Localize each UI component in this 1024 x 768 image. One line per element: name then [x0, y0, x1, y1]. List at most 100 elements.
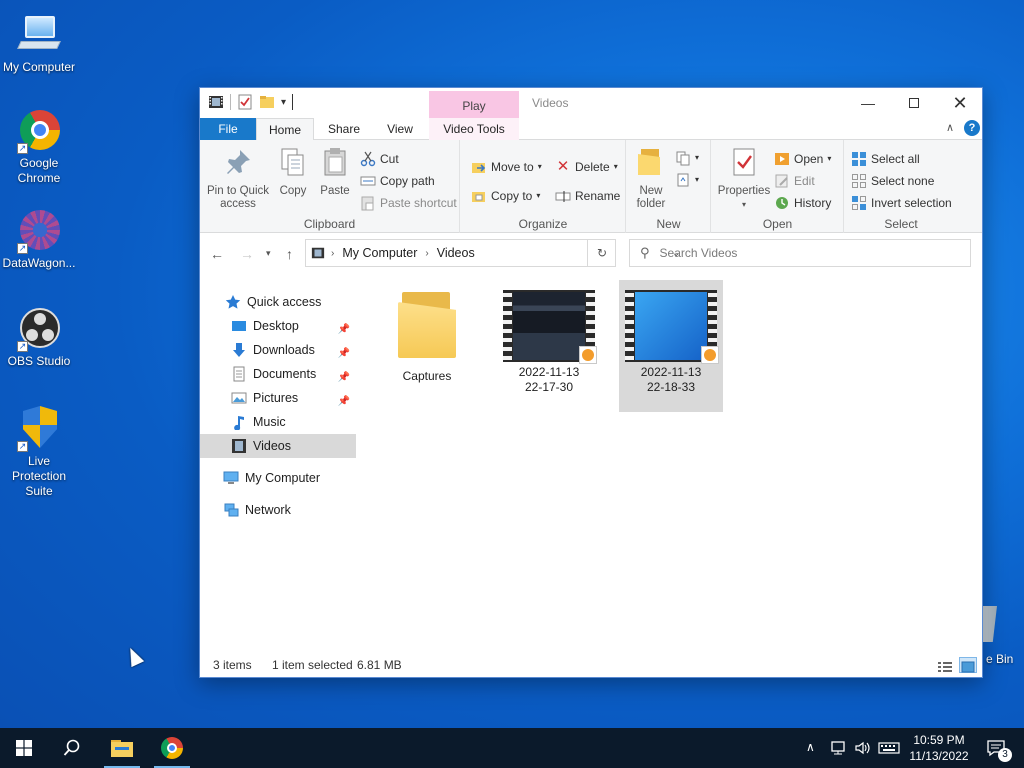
refresh-button[interactable]: ↻	[587, 239, 616, 267]
new-folder-icon[interactable]	[259, 94, 275, 110]
video-folder-icon	[209, 96, 223, 108]
forward-arrow-icon[interactable]: →	[240, 246, 254, 262]
pictures-icon	[231, 392, 247, 404]
tab-home[interactable]: Home	[256, 118, 314, 141]
rename-button[interactable]: Rename	[555, 186, 620, 206]
nav-videos[interactable]: Videos	[200, 434, 356, 458]
pin-to-quick-access-button[interactable]: Pin to Quick access	[204, 146, 272, 211]
search-icon: ⚲	[640, 245, 650, 260]
cut-button[interactable]: Cut	[360, 149, 399, 169]
search-input[interactable]: ⚲ Search Videos	[629, 239, 971, 267]
file-explorer-icon	[111, 740, 133, 757]
computer-icon	[223, 471, 239, 484]
properties-check-icon[interactable]	[237, 94, 253, 110]
nav-quick-access[interactable]: Quick access	[200, 290, 356, 314]
navigation-bar: ← → ▾ ↑ › My Computer › Videos ⌄ ↻ ⚲ Sea…	[200, 234, 982, 274]
paste-button[interactable]: Paste	[316, 146, 354, 198]
document-icon	[233, 366, 245, 382]
tab-video-tools[interactable]: Video Tools	[429, 118, 519, 140]
tab-file[interactable]: File	[200, 118, 256, 140]
system-clock[interactable]: 10:59 PM 11/13/2022	[896, 732, 982, 764]
properties-button[interactable]: Properties ▾	[714, 146, 774, 211]
history-button[interactable]: History	[774, 193, 831, 213]
file-item-video-2022-11-13-22-18-33[interactable]: 2022-11-13 22-18-33	[619, 280, 723, 412]
chrome-icon: ↗	[15, 106, 63, 154]
new-item-icon	[676, 151, 690, 166]
recent-locations-chevron-icon[interactable]: ▾	[266, 248, 271, 259]
nav-my-computer[interactable]: My Computer	[200, 466, 356, 490]
cut-label: Cut	[380, 152, 399, 166]
tab-share[interactable]: Share	[316, 118, 372, 140]
easy-access-button[interactable]: ▾	[675, 170, 699, 190]
customize-toolbar-chevron-icon[interactable]: ▾	[281, 97, 286, 108]
nav-documents[interactable]: Documents 📌	[200, 362, 356, 386]
file-item-video-2022-11-13-22-17-30[interactable]: 2022-11-13 22-17-30	[497, 280, 601, 412]
large-icons-view-button[interactable]	[959, 657, 977, 673]
file-item-captures-folder[interactable]: Captures	[375, 280, 479, 412]
breadcrumb-videos[interactable]: Videos	[437, 246, 475, 260]
desktop-icon-label: OBS Studio	[7, 354, 71, 368]
chevron-down-icon: ▾	[613, 162, 618, 171]
desktop-icon-my-computer[interactable]: My Computer	[0, 10, 78, 75]
address-bar[interactable]: › My Computer › Videos ⌄	[305, 239, 680, 267]
nav-music[interactable]: Music	[200, 410, 356, 434]
move-to-button[interactable]: Move to ▾	[471, 157, 542, 177]
edit-icon	[775, 174, 788, 188]
select-all-button[interactable]: Select all	[851, 149, 920, 169]
desktop-icon-datawagon[interactable]: ↗ DataWagon...	[0, 206, 78, 271]
download-arrow-icon	[233, 343, 245, 357]
new-item-button[interactable]: ▾	[675, 148, 699, 168]
clipboard-group: Pin to Quick access Copy Paste Cut Copy …	[200, 140, 460, 233]
action-center-button[interactable]: 3	[976, 728, 1016, 768]
new-folder-button[interactable]: New folder	[631, 146, 671, 211]
mouse-cursor	[123, 644, 145, 668]
nav-label: Documents	[253, 367, 317, 381]
paste-shortcut-button[interactable]: Paste shortcut	[360, 193, 457, 213]
desktop-icon-label: My Computer	[2, 60, 76, 74]
chevron-down-icon: ▾	[537, 162, 542, 171]
history-label: History	[794, 196, 832, 210]
select-none-button[interactable]: Select none	[851, 171, 934, 191]
copy-path-button[interactable]: Copy path	[360, 171, 435, 191]
network-tray-icon[interactable]	[830, 740, 848, 759]
desktop-icon-live-protection-suite[interactable]: ↗ Live Protection Suite	[0, 404, 78, 499]
shortcut-arrow-icon: ↗	[17, 341, 28, 352]
breadcrumb-chevron-icon: ›	[331, 247, 335, 259]
invert-selection-button[interactable]: Invert selection	[851, 193, 952, 213]
collapse-ribbon-chevron-icon[interactable]: ∧	[946, 121, 954, 134]
volume-icon[interactable]	[854, 740, 872, 759]
tab-view[interactable]: View	[372, 118, 428, 140]
up-arrow-icon[interactable]: ↑	[286, 246, 293, 262]
copy-to-button[interactable]: Copy to ▾	[471, 186, 540, 206]
breadcrumb-my-computer[interactable]: My Computer	[342, 246, 417, 260]
clock-date: 11/13/2022	[909, 749, 969, 763]
minimize-button[interactable]: —	[845, 88, 891, 118]
desktop-icon-obs-studio[interactable]: ↗ OBS Studio	[0, 304, 78, 369]
file-explorer-window: ▾ Play Videos — ✕ File Home Share View V…	[199, 87, 983, 678]
window-title: Videos	[532, 96, 569, 110]
close-button[interactable]: ✕	[937, 88, 983, 118]
details-view-button[interactable]	[936, 657, 954, 673]
chevron-down-icon: ▾	[536, 191, 541, 200]
show-hidden-icons-chevron-icon[interactable]: ∧	[806, 740, 815, 754]
taskbar-file-explorer[interactable]	[98, 728, 146, 768]
delete-button[interactable]: ✕ Delete ▾	[555, 157, 618, 177]
desktop-icon-label: Google Chrome	[17, 156, 61, 185]
copy-button[interactable]: Copy	[274, 146, 312, 198]
back-arrow-icon[interactable]: ←	[210, 246, 224, 262]
start-button[interactable]	[0, 728, 48, 768]
nav-downloads[interactable]: Downloads 📌	[200, 338, 356, 362]
edit-button[interactable]: Edit	[774, 171, 815, 191]
nav-desktop[interactable]: Desktop 📌	[200, 314, 356, 338]
maximize-button[interactable]	[891, 88, 937, 118]
move-to-icon	[472, 163, 486, 173]
nav-network[interactable]: Network	[200, 498, 356, 522]
taskbar-google-chrome[interactable]	[148, 728, 196, 768]
open-button[interactable]: Open ▾	[774, 149, 831, 169]
recycle-bin-icon[interactable]	[983, 606, 997, 642]
search-button[interactable]	[48, 728, 96, 768]
desktop-icon-google-chrome[interactable]: ↗ Google Chrome	[0, 106, 78, 186]
shortcut-arrow-icon: ↗	[17, 441, 28, 452]
nav-pictures[interactable]: Pictures 📌	[200, 386, 356, 410]
help-icon[interactable]: ?	[964, 120, 980, 136]
